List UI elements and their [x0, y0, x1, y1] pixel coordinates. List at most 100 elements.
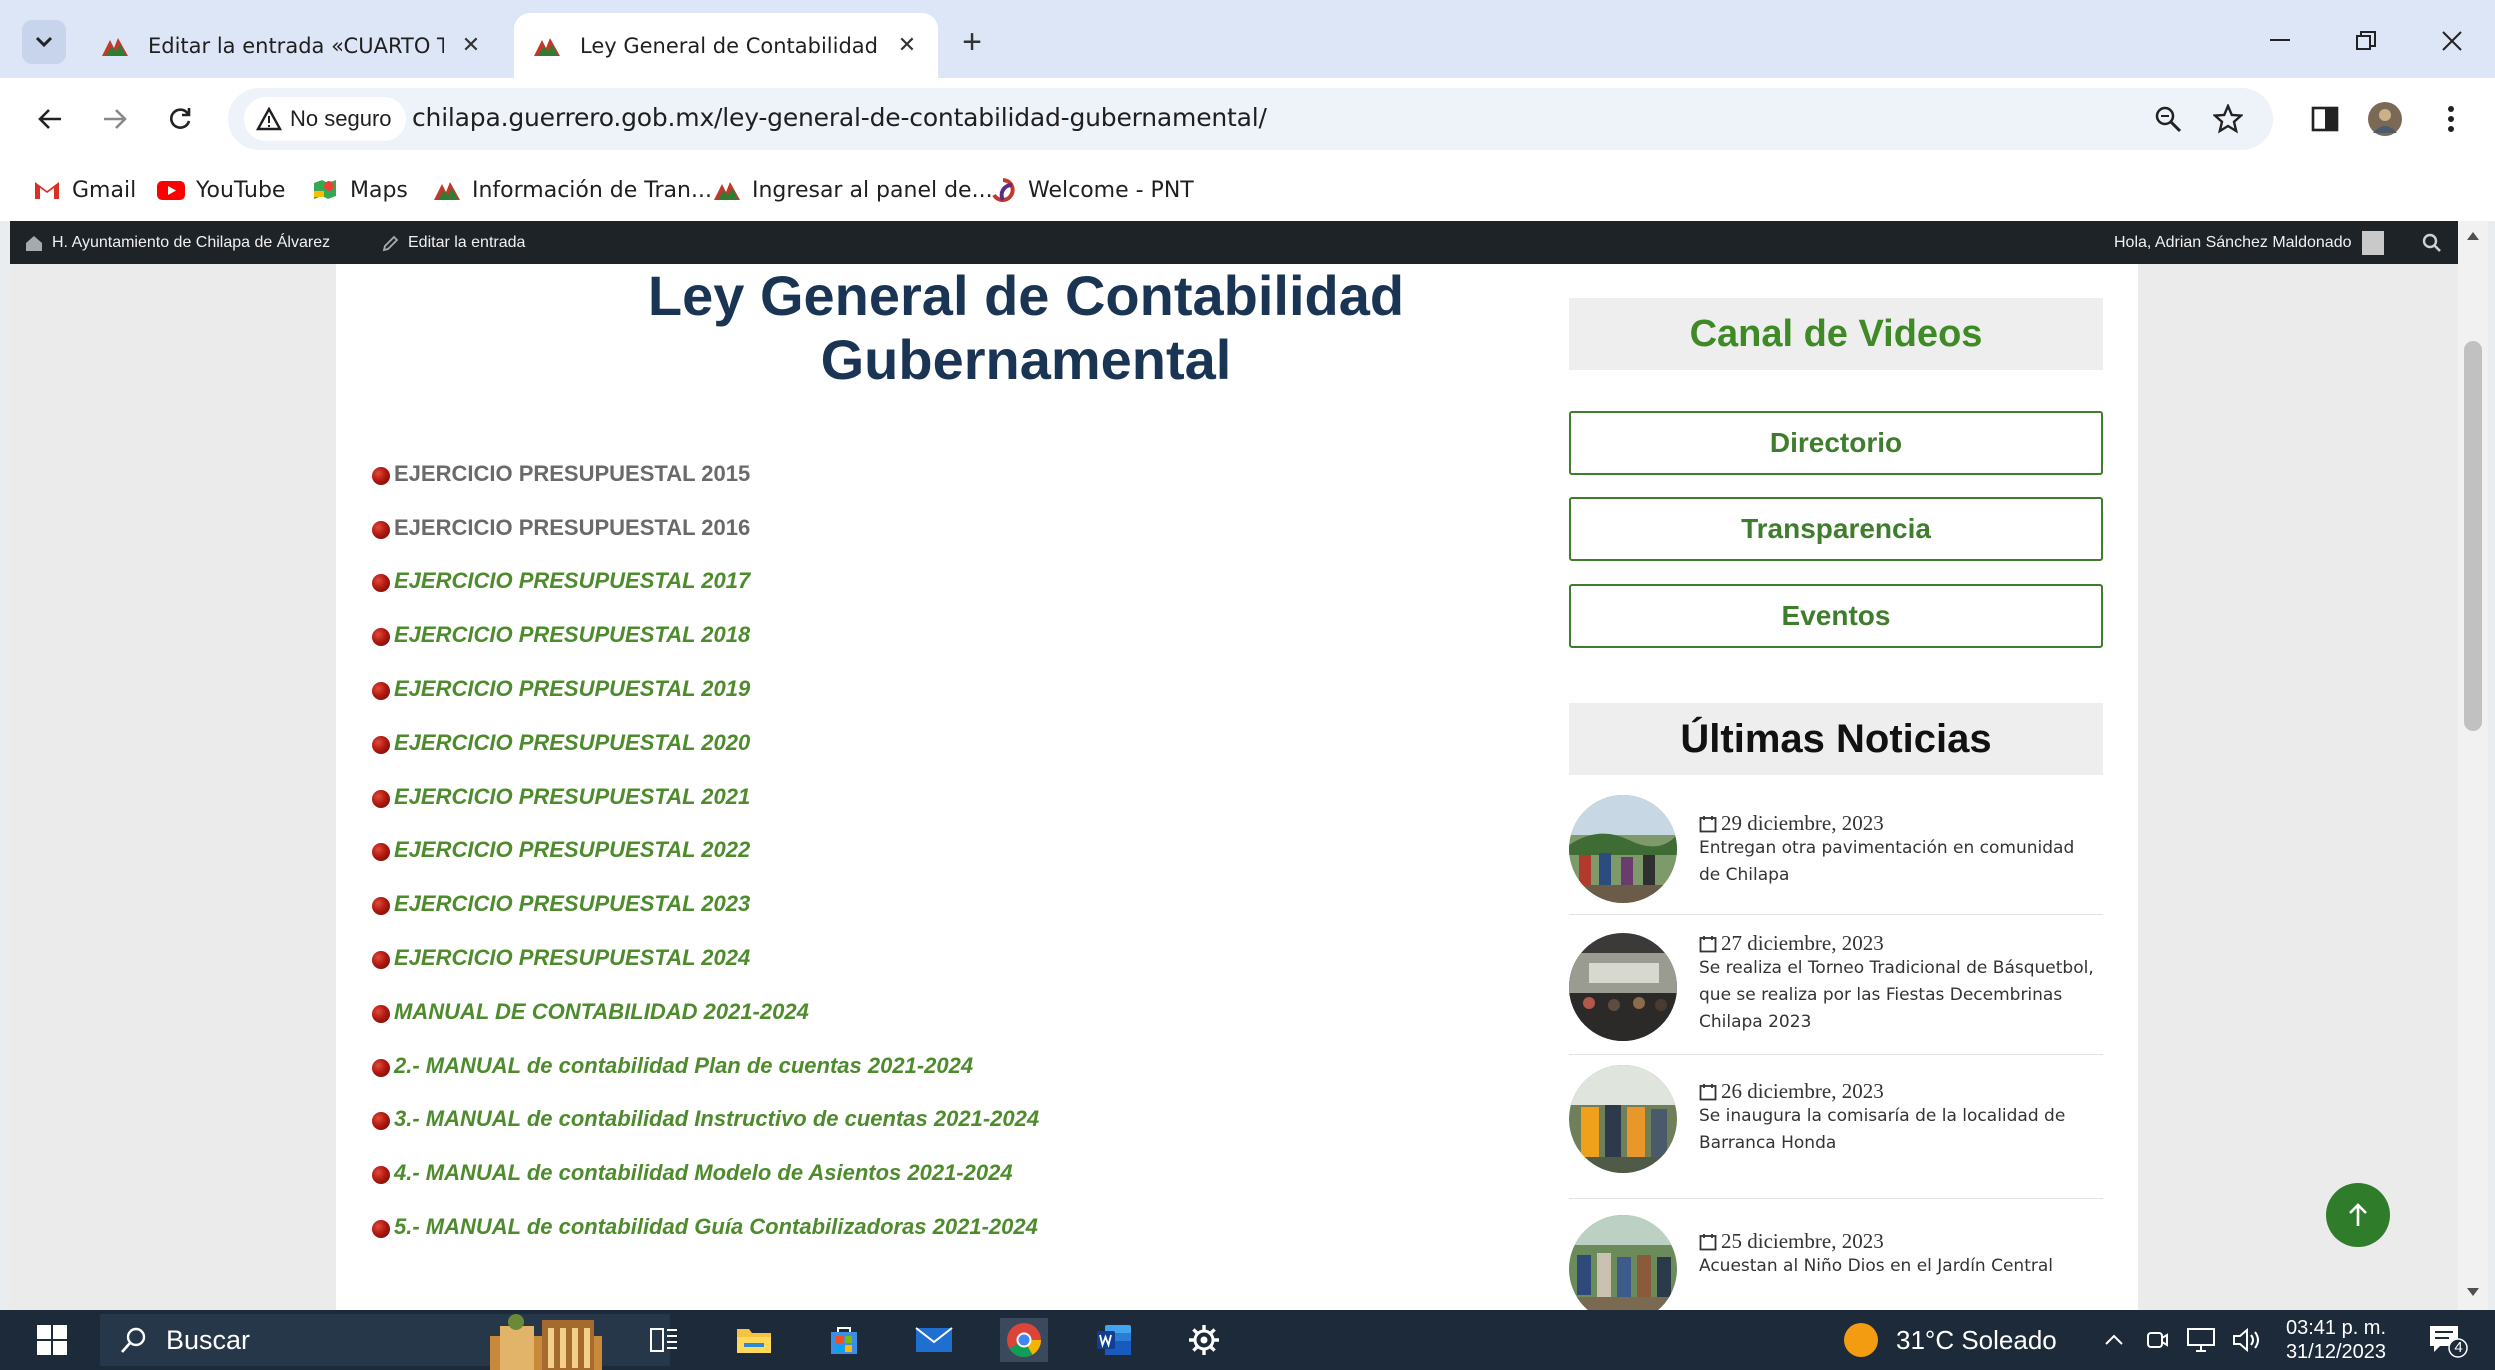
- bookmark-ingresar-panel[interactable]: Ingresar al panel de...: [712, 173, 993, 207]
- bookmark-maps[interactable]: Maps: [310, 173, 408, 207]
- document-link[interactable]: EJERCICIO PRESUPUESTAL 2017: [394, 568, 750, 594]
- tray-overflow-button[interactable]: [2100, 1322, 2128, 1358]
- address-bar[interactable]: No seguro chilapa.guerrero.gob.mx/ley-ge…: [228, 88, 2273, 150]
- bookmark-informacion[interactable]: Información de Tran...: [432, 173, 712, 207]
- list-item[interactable]: 2.- MANUAL de contabilidad Plan de cuent…: [372, 1039, 1572, 1093]
- directorio-button[interactable]: Directorio: [1569, 411, 2103, 475]
- document-link[interactable]: EJERCICIO PRESUPUESTAL 2022: [394, 837, 750, 863]
- page-scrollbar[interactable]: [2458, 221, 2488, 1310]
- meet-now-button[interactable]: [2142, 1322, 2172, 1358]
- page-title: Ley General de Contabilidad Gubernamenta…: [456, 264, 1596, 392]
- list-item[interactable]: EJERCICIO PRESUPUESTAL 2023: [372, 877, 1572, 931]
- chrome-taskbar-button[interactable]: [1000, 1318, 1048, 1362]
- settings-button[interactable]: [1180, 1318, 1228, 1362]
- profile-avatar[interactable]: [2362, 96, 2408, 142]
- mail-button[interactable]: [910, 1318, 958, 1362]
- forward-button[interactable]: [92, 96, 138, 142]
- bookmark-youtube[interactable]: YouTube: [156, 173, 285, 207]
- side-panel-button[interactable]: [2302, 96, 2348, 142]
- scroll-down-icon[interactable]: [2466, 1285, 2480, 1299]
- tab-ley-general[interactable]: Ley General de Contabilidad Gu ✕: [514, 13, 938, 78]
- news-item[interactable]: 25 diciembre, 2023 Acuestan al Niño Dios…: [1569, 1199, 2103, 1310]
- news-item[interactable]: 27 diciembre, 2023 Se realiza el Torneo …: [1569, 915, 2103, 1055]
- list-item[interactable]: EJERCICIO PRESUPUESTAL 2018: [372, 608, 1572, 662]
- eventos-button[interactable]: Eventos: [1569, 584, 2103, 648]
- document-link[interactable]: MANUAL DE CONTABILIDAD 2021-2024: [394, 999, 809, 1025]
- task-view-button[interactable]: [640, 1318, 688, 1362]
- admin-search-button[interactable]: [2422, 221, 2450, 264]
- list-item[interactable]: EJERCICIO PRESUPUESTAL 2017: [372, 555, 1572, 609]
- calendar-icon: [1699, 1233, 1717, 1250]
- list-item[interactable]: 4.- MANUAL de contabilidad Modelo de Asi…: [372, 1146, 1572, 1200]
- network-button[interactable]: [2184, 1322, 2218, 1358]
- back-to-top-button[interactable]: [2326, 1183, 2390, 1247]
- list-item[interactable]: 3.- MANUAL de contabilidad Instructivo d…: [372, 1093, 1572, 1147]
- list-item[interactable]: EJERCICIO PRESUPUESTAL 2021: [372, 770, 1572, 824]
- close-icon[interactable]: ✕: [458, 33, 484, 59]
- word-button[interactable]: [1090, 1318, 1138, 1362]
- document-link[interactable]: EJERCICIO PRESUPUESTAL 2018: [394, 622, 750, 648]
- tab-search-button[interactable]: [22, 20, 66, 64]
- news-item[interactable]: 29 diciembre, 2023 Entregan otra pavimen…: [1569, 795, 2103, 915]
- document-link[interactable]: EJERCICIO PRESUPUESTAL 2020: [394, 730, 750, 756]
- document-link[interactable]: EJERCICIO PRESUPUESTAL 2021: [394, 784, 750, 810]
- list-item[interactable]: EJERCICIO PRESUPUESTAL 2022: [372, 824, 1572, 878]
- transparencia-button[interactable]: Transparencia: [1569, 497, 2103, 561]
- taskbar-clock[interactable]: 03:41 p. m. 31/12/2023: [2276, 1316, 2396, 1364]
- list-item[interactable]: EJERCICIO PRESUPUESTAL 2015: [372, 447, 1572, 501]
- bookmark-gmail[interactable]: Gmail: [32, 173, 136, 207]
- document-link[interactable]: EJERCICIO PRESUPUESTAL 2019: [394, 676, 750, 702]
- file-explorer-button[interactable]: [730, 1318, 778, 1362]
- kebab-menu-icon: [2448, 106, 2454, 132]
- news-title[interactable]: Entregan otra pavimentación en comunidad…: [1699, 835, 2099, 889]
- restore-button[interactable]: [2336, 16, 2396, 66]
- document-link[interactable]: EJERCICIO PRESUPUESTAL 2023: [394, 891, 750, 917]
- home-icon: [26, 235, 42, 251]
- list-item[interactable]: EJERCICIO PRESUPUESTAL 2024: [372, 931, 1572, 985]
- news-thumbnail[interactable]: [1569, 1065, 1677, 1173]
- minimize-button[interactable]: [2250, 16, 2310, 66]
- zoom-icon[interactable]: [2148, 99, 2188, 139]
- back-button[interactable]: [27, 96, 73, 142]
- document-link[interactable]: 5.- MANUAL de contabilidad Guía Contabil…: [394, 1214, 1038, 1240]
- list-item[interactable]: EJERCICIO PRESUPUESTAL 2016: [372, 501, 1572, 555]
- url-text[interactable]: chilapa.guerrero.gob.mx/ley-general-de-c…: [412, 103, 1267, 132]
- document-link[interactable]: EJERCICIO PRESUPUESTAL 2024: [394, 945, 750, 971]
- news-title[interactable]: Se realiza el Torneo Tradicional de Básq…: [1699, 955, 2099, 1036]
- news-title[interactable]: Acuestan al Niño Dios en el Jardín Centr…: [1699, 1253, 2099, 1280]
- scrollbar-thumb[interactable]: [2464, 341, 2482, 731]
- security-chip[interactable]: No seguro: [244, 97, 406, 141]
- news-thumbnail[interactable]: [1569, 1215, 1677, 1310]
- admin-site-link[interactable]: H. Ayuntamiento de Chilapa de Álvarez: [24, 221, 330, 264]
- news-thumbnail[interactable]: [1569, 933, 1677, 1041]
- reload-button[interactable]: [157, 96, 203, 142]
- new-tab-button[interactable]: +: [952, 22, 992, 62]
- bookmark-pnt[interactable]: Welcome - PNT: [988, 173, 1194, 207]
- clock-date: 31/12/2023: [2285, 1341, 2387, 1363]
- list-item[interactable]: EJERCICIO PRESUPUESTAL 2019: [372, 662, 1572, 716]
- close-icon[interactable]: ✕: [894, 33, 920, 59]
- document-link[interactable]: 2.- MANUAL de contabilidad Plan de cuent…: [394, 1053, 973, 1079]
- admin-site-name: H. Ayuntamiento de Chilapa de Álvarez: [52, 233, 331, 251]
- start-button[interactable]: [28, 1318, 76, 1362]
- list-item[interactable]: 5.- MANUAL de contabilidad Guía Contabil…: [372, 1200, 1572, 1254]
- document-link[interactable]: 3.- MANUAL de contabilidad Instructivo d…: [394, 1106, 1039, 1132]
- news-item[interactable]: 26 diciembre, 2023 Se inaugura la comisa…: [1569, 1055, 2103, 1199]
- tab-editar-entrada[interactable]: Editar la entrada «CUARTO TRIM ✕: [82, 13, 502, 78]
- notification-center-button[interactable]: 4: [2428, 1324, 2468, 1358]
- list-item[interactable]: MANUAL DE CONTABILIDAD 2021-2024: [372, 985, 1572, 1039]
- list-item[interactable]: EJERCICIO PRESUPUESTAL 2020: [372, 716, 1572, 770]
- video-channel-heading[interactable]: Canal de Videos: [1569, 298, 2103, 370]
- news-title[interactable]: Se inaugura la comisaría de la localidad…: [1699, 1103, 2099, 1157]
- admin-edit-link[interactable]: Editar la entrada: [382, 221, 525, 264]
- scroll-up-icon[interactable]: [2466, 229, 2480, 243]
- bookmark-star-icon[interactable]: [2208, 99, 2248, 139]
- news-thumbnail[interactable]: [1569, 795, 1677, 903]
- volume-button[interactable]: [2230, 1322, 2266, 1358]
- admin-account-menu[interactable]: Hola, Adrian Sánchez Maldonado: [2114, 221, 2384, 264]
- browser-menu-button[interactable]: [2428, 96, 2474, 142]
- weather-widget[interactable]: 31°C Soleado: [1844, 1318, 2057, 1362]
- ms-store-button[interactable]: [820, 1318, 868, 1362]
- document-link[interactable]: 4.- MANUAL de contabilidad Modelo de Asi…: [394, 1160, 1013, 1186]
- close-window-button[interactable]: [2422, 16, 2482, 66]
